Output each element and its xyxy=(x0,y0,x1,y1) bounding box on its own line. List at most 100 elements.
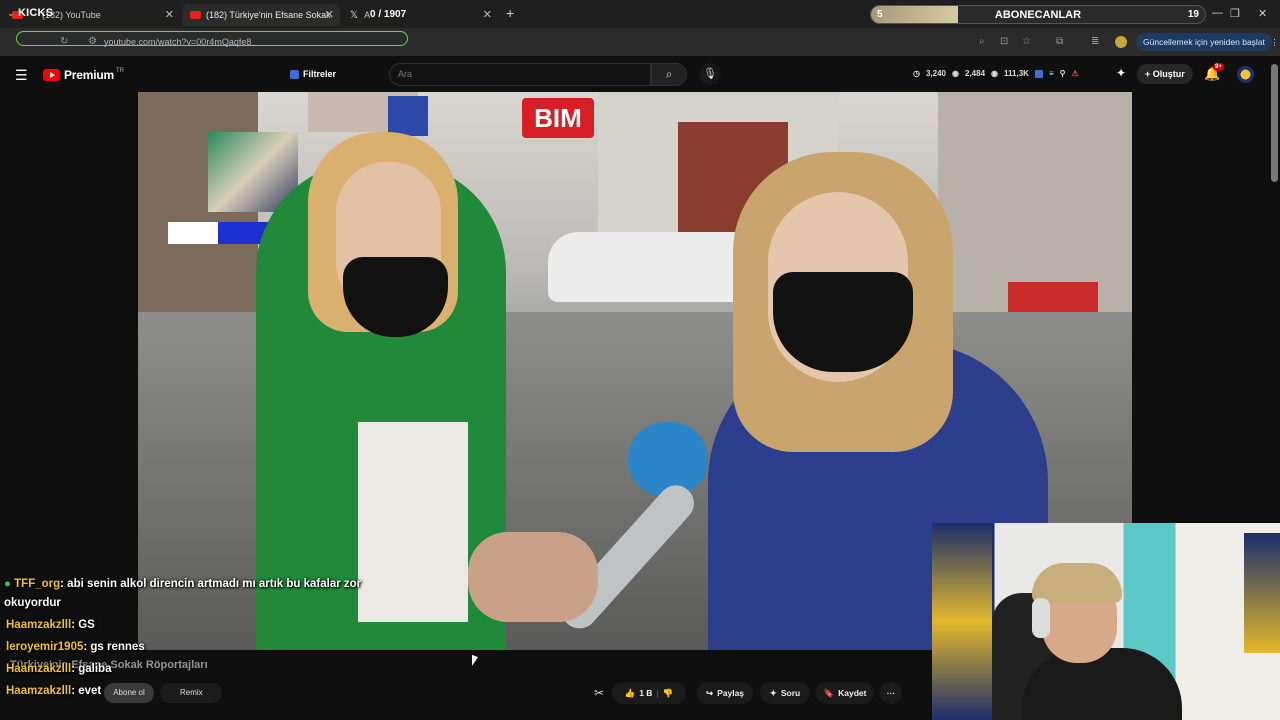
share-button[interactable]: ↪ Paylaş xyxy=(697,682,753,704)
youtube-premium-logo[interactable]: Premium TR xyxy=(43,68,124,82)
tab-title: (182) Türkiye'nin Efsane Sokak xyxy=(206,10,331,20)
sub-goal-bar: 5 ABONECANLAR 19 xyxy=(870,5,1206,24)
more-actions-button[interactable]: ··· xyxy=(880,682,902,704)
extension-stats: ◷ 3,240 ◉ 2,484 ◉ 111,3K ≡ ⚲ ⚠ xyxy=(913,69,1079,78)
thumbs-up-icon: 👍 xyxy=(624,687,636,698)
chevron-down-icon[interactable]: ⌄ xyxy=(7,8,15,19)
chat-username: Haamzakzlll xyxy=(6,619,72,631)
bim-store-sign: BIM xyxy=(522,98,594,138)
sub-goal-label: ABONECANLAR xyxy=(994,9,1082,21)
close-icon[interactable]: ✕ xyxy=(483,8,492,21)
list-icon[interactable]: ≡ xyxy=(1049,69,1054,78)
chat-message-continuation: okuyordur xyxy=(4,597,61,609)
install-icon[interactable]: ⊡ xyxy=(1000,36,1008,47)
voice-search-button[interactable]: 🎙 xyxy=(699,63,721,85)
chat-text: : GS xyxy=(71,619,95,631)
stat-value: 111,3K xyxy=(1004,69,1029,78)
bookmark-icon: 🔖 xyxy=(823,687,835,698)
url-text[interactable]: youtube.com/watch?v=00r4mQaqfe8 xyxy=(104,37,251,47)
kicks-label: KICKS xyxy=(18,7,54,19)
like-count: 1 B xyxy=(639,688,653,698)
search-button[interactable]: ⌕ xyxy=(651,63,687,86)
filter-icon xyxy=(290,69,299,79)
update-button-label: Güncellemek için yeniden başlat xyxy=(1143,37,1265,47)
close-icon[interactable]: ✕ xyxy=(325,8,334,21)
chat-text: : gs rennes xyxy=(83,641,145,653)
chat-username: Haamzakzlll xyxy=(6,663,72,675)
streamer-webcam xyxy=(932,523,1280,720)
kicks-count: 0 / 1907 xyxy=(370,9,407,20)
extensions-icon[interactable]: ⧉ xyxy=(1056,36,1063,47)
tab-x[interactable]: 𝕏 A ✕ xyxy=(342,4,498,26)
logo-text: Premium xyxy=(64,68,114,82)
filters-button[interactable]: Filtreler xyxy=(290,69,336,79)
address-bar: ↻ ⚙ youtube.com/watch?v=00r4mQaqfe8 ⌕ ⊡ … xyxy=(0,28,1280,56)
site-info-icon[interactable]: ⚙ xyxy=(88,36,97,47)
restore-button[interactable]: ❐ xyxy=(1230,7,1240,20)
stat-value: 2,484 xyxy=(965,69,986,78)
video-person-mask xyxy=(773,272,913,372)
create-button[interactable]: + Oluştur xyxy=(1137,64,1193,84)
ask-label: Soru xyxy=(780,688,801,698)
search-icon: ⌕ xyxy=(665,67,673,81)
chat-username: TFF_org xyxy=(14,578,61,590)
save-label: Kaydet xyxy=(838,688,867,698)
apps-icon[interactable]: ✦ xyxy=(1116,66,1126,80)
update-button[interactable]: Güncellemek için yeniden başlat ⋮ xyxy=(1136,33,1279,51)
tab-video[interactable]: (182) Türkiye'nin Efsane Sokak ✕ xyxy=(182,4,340,26)
reading-list-icon[interactable]: ≣ xyxy=(1091,36,1099,47)
chat-text: : evet xyxy=(71,685,102,697)
mic-icon: 🎙 xyxy=(703,68,717,80)
create-label: Oluştur xyxy=(1152,69,1185,79)
sub-goal-target: 19 xyxy=(1187,9,1199,20)
save-button[interactable]: 🔖 Kaydet xyxy=(816,682,874,704)
webcam-jersey xyxy=(932,523,992,720)
cast-icon[interactable]: ⚲ xyxy=(1060,69,1066,78)
close-icon[interactable]: ✕ xyxy=(165,8,174,21)
webcam-pennant xyxy=(1244,533,1280,653)
clip-icon[interactable]: ✂ xyxy=(594,686,604,700)
search-placeholder: Ara xyxy=(398,69,413,79)
remix-button[interactable]: Remix xyxy=(160,683,222,703)
avatar[interactable] xyxy=(1237,66,1254,83)
youtube-favicon xyxy=(190,11,201,19)
youtube-play-icon xyxy=(43,69,60,81)
chat-message: Haamzakzlll: evet xyxy=(6,685,101,697)
minimize-button[interactable]: — xyxy=(1212,7,1223,19)
thumbs-down-icon[interactable]: 👎 xyxy=(663,688,674,699)
extension-icon[interactable] xyxy=(1034,69,1043,78)
divider: | xyxy=(656,688,659,698)
eye-icon: ◉ xyxy=(991,69,999,78)
ask-button[interactable]: ✦ Soru xyxy=(760,682,810,704)
eye-icon: ◉ xyxy=(952,69,959,78)
profile-icon[interactable] xyxy=(1115,36,1127,48)
chat-text: : galiba xyxy=(71,663,112,675)
like-dislike-button[interactable]: 👍 1 B | 👎 xyxy=(612,682,686,704)
share-icon: ↪ xyxy=(705,687,714,698)
video-scene-sign xyxy=(388,96,428,136)
alert-icon[interactable]: ⚠ xyxy=(1071,69,1078,78)
webcam-person-hair xyxy=(1032,563,1122,603)
notification-badge: 9+ xyxy=(1213,63,1224,71)
bookmark-star-icon[interactable]: ☆ xyxy=(1022,36,1031,47)
chat-username: Haamzakzlll xyxy=(6,685,72,697)
scrollbar[interactable] xyxy=(1271,64,1278,182)
browser-tab-strip: (182) YouTube ✕ (182) Türkiye'nin Efsane… xyxy=(0,0,1280,28)
video-hand xyxy=(468,532,598,622)
more-icon: ··· xyxy=(886,688,896,698)
chat-message: leroyemir1905: gs rennes xyxy=(6,641,145,653)
reload-icon[interactable]: ↻ xyxy=(60,36,68,47)
zoom-icon[interactable]: ⌕ xyxy=(979,36,985,47)
new-tab-button[interactable]: + xyxy=(506,5,514,21)
hamburger-menu-icon[interactable]: ☰ xyxy=(15,67,28,84)
remix-label: Remix xyxy=(180,688,203,697)
clock-icon: ◷ xyxy=(913,69,920,78)
x-logo-icon: 𝕏 xyxy=(350,9,359,21)
country-code: TR xyxy=(115,68,124,74)
close-window-button[interactable]: ✕ xyxy=(1258,7,1267,20)
headphone-icon xyxy=(1032,598,1050,638)
search-input[interactable] xyxy=(389,63,651,86)
sparkle-icon: ✦ xyxy=(769,687,777,698)
subscribe-button[interactable]: Abone ol xyxy=(104,683,154,703)
mouse-cursor xyxy=(472,654,478,669)
